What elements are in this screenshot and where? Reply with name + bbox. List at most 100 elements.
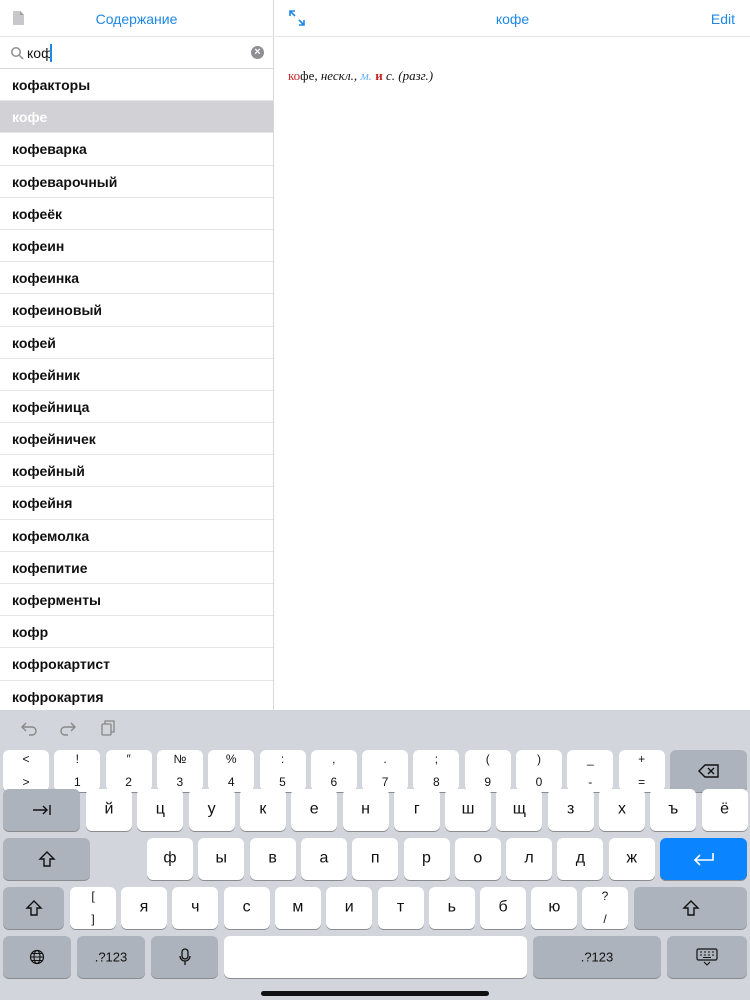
word-list-item[interactable]: кофейничек [0, 423, 273, 456]
letter-key[interactable]: с [223, 887, 270, 929]
letter-key[interactable]: ж [608, 838, 655, 880]
word-list-item[interactable]: кофеварка [0, 133, 273, 166]
word-list-item[interactable]: кофеварочный [0, 166, 273, 198]
word-list-item[interactable]: кофрокартия [0, 681, 273, 710]
shift-key-right[interactable] [634, 887, 747, 929]
key-label: ш [461, 800, 475, 818]
letter-key[interactable]: ц [137, 789, 184, 831]
word-list-item[interactable]: кофеинка [0, 262, 273, 295]
letter-key[interactable]: е [291, 789, 338, 831]
word-list-item[interactable]: кофейница [0, 391, 273, 424]
numbers-key-right[interactable]: .?123 [533, 936, 661, 978]
key-number[interactable]: % 4 [208, 750, 255, 792]
key-upper-label: _ [586, 752, 594, 766]
return-key[interactable] [660, 838, 747, 880]
word-list-item[interactable]: кофеин [0, 230, 273, 263]
word-list-item[interactable]: кофеёк [0, 198, 273, 230]
letter-key[interactable]: т [377, 887, 424, 929]
letter-key[interactable]: и [326, 887, 373, 929]
contents-title[interactable]: Содержание [0, 11, 273, 27]
contents-pane: Содержание × кофакторыкофекофеваркакофев… [0, 0, 274, 710]
letter-key[interactable]: к [239, 789, 286, 831]
letter-key[interactable]: н [342, 789, 389, 831]
search-input[interactable] [27, 44, 237, 62]
letter-key[interactable]: у [188, 789, 235, 831]
text-cursor [50, 44, 52, 62]
key-label: о [473, 849, 483, 867]
space-key[interactable] [224, 936, 527, 978]
home-indicator [261, 991, 489, 996]
key-lower-label: 9 [484, 775, 492, 789]
key-lower-label: 8 [433, 775, 440, 789]
letter-key[interactable]: й [86, 789, 132, 831]
letter-key[interactable]: а [300, 838, 347, 880]
word-list-item[interactable]: кофе [0, 101, 273, 134]
letter-key[interactable]: г [393, 789, 440, 831]
key-number[interactable]: ! 1 [54, 750, 101, 792]
undo-icon[interactable] [21, 720, 37, 736]
word-list-item[interactable]: коферменты [0, 584, 273, 617]
key-number[interactable]: ; 8 [413, 750, 460, 792]
caps-lock-key[interactable] [3, 838, 90, 880]
key-lower-label: 2 [125, 775, 132, 789]
letter-key[interactable]: ы [198, 838, 245, 880]
word-list-item[interactable]: кофрокартист [0, 648, 273, 681]
edit-button[interactable]: Edit [711, 11, 735, 27]
punctuation-key[interactable]: ? / [582, 887, 628, 929]
letter-key[interactable]: ё [701, 789, 748, 831]
key-number[interactable]: < > [3, 750, 49, 792]
key-number[interactable]: + = [618, 750, 665, 792]
word-list-item[interactable]: кофакторы [0, 69, 273, 102]
letter-key[interactable]: д [557, 838, 604, 880]
key-number[interactable]: :5 [259, 750, 306, 792]
dictation-key[interactable] [151, 936, 218, 978]
letter-key[interactable]: п [352, 838, 399, 880]
letter-key[interactable]: ф [147, 838, 193, 880]
letter-key[interactable]: ъ [650, 789, 697, 831]
key-number[interactable]: _ - [567, 750, 614, 792]
bracket-key[interactable]: [] [70, 887, 116, 929]
word-list-item[interactable]: кофепитие [0, 552, 273, 584]
key-number[interactable]: ″ 2 [105, 750, 152, 792]
hide-keyboard-key[interactable] [667, 936, 747, 978]
word-list-item[interactable]: кофеиновый [0, 294, 273, 327]
word-list-item[interactable]: кофемолка [0, 520, 273, 552]
letter-key[interactable]: м [274, 887, 321, 929]
tab-icon [32, 805, 51, 815]
word-list-item[interactable]: кофей [0, 327, 273, 359]
letter-key[interactable]: х [599, 789, 645, 831]
globe-key[interactable] [3, 936, 71, 978]
key-number[interactable]: .7 [362, 750, 409, 792]
key-label: н [361, 800, 370, 818]
word-list-item[interactable]: кофр [0, 616, 273, 649]
letter-key[interactable]: л [506, 838, 553, 880]
letter-key[interactable]: в [249, 838, 296, 880]
letter-key[interactable]: з [547, 789, 594, 831]
clear-icon[interactable]: × [251, 46, 264, 59]
tab-key[interactable] [3, 789, 80, 831]
letter-key[interactable]: я [121, 887, 167, 929]
clipboard-icon[interactable] [100, 720, 116, 736]
delete-key[interactable] [670, 750, 747, 792]
key-label: с [242, 898, 251, 916]
word-list-item[interactable]: кофейня [0, 487, 273, 520]
shift-key[interactable] [3, 887, 64, 929]
letter-key[interactable]: о [454, 838, 501, 880]
letter-key[interactable]: ш [445, 789, 492, 831]
key-number[interactable]: № 3 [156, 750, 203, 792]
letter-key[interactable]: щ [496, 789, 543, 831]
key-number[interactable]: (9 [464, 750, 511, 792]
letter-key[interactable]: р [403, 838, 450, 880]
key-number[interactable]: ) 0 [516, 750, 562, 792]
key-number[interactable]: ,6 [310, 750, 357, 792]
word-list-item[interactable]: кофейный [0, 455, 273, 488]
word-list-item[interactable]: кофейник [0, 359, 273, 391]
letter-key[interactable]: ч [172, 887, 219, 929]
gender-link[interactable]: м. [360, 68, 372, 83]
numbers-key[interactable]: .?123 [77, 936, 145, 978]
key-label: з [567, 800, 575, 818]
letter-key[interactable]: ю [531, 887, 578, 929]
letter-key[interactable]: б [480, 887, 527, 929]
redo-icon[interactable] [60, 720, 76, 736]
letter-key[interactable]: ь [428, 887, 475, 929]
